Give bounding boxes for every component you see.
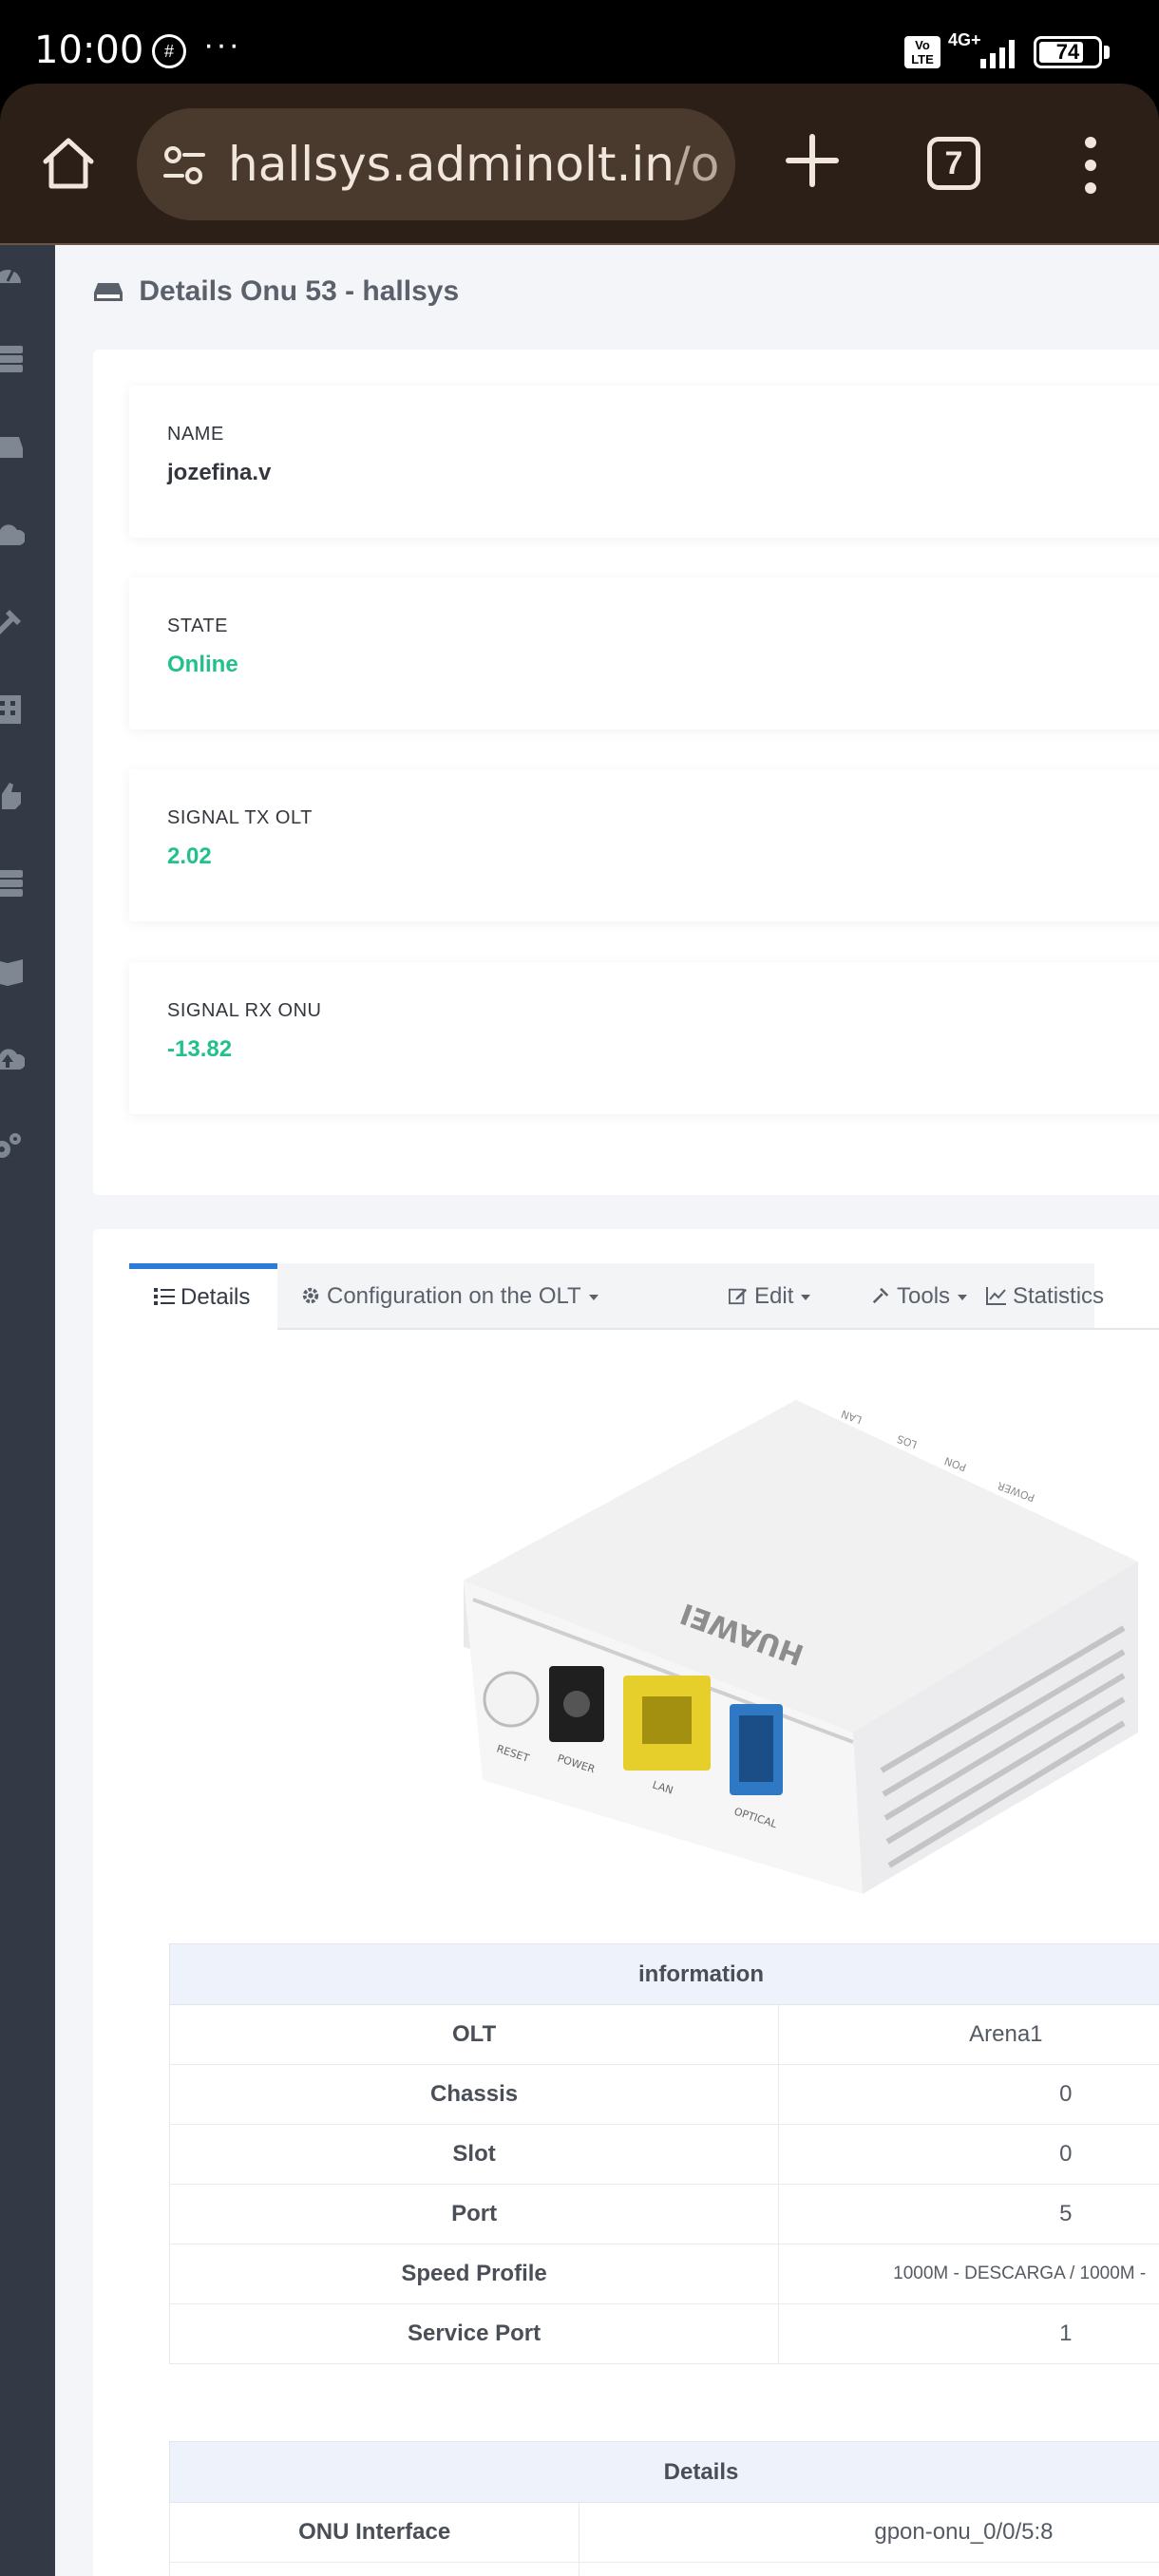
- tab-statistics[interactable]: Statistics: [986, 1263, 1104, 1330]
- book-icon[interactable]: [0, 956, 25, 986]
- list-icon[interactable]: [0, 868, 25, 899]
- table-row: ONU Interface gpon-onu_0/0/5:8: [168, 2502, 1159, 2563]
- site-settings-icon[interactable]: [162, 142, 207, 188]
- stat-value: jozefina.v: [167, 460, 272, 485]
- stat-value: Online: [167, 652, 238, 677]
- table-row: Service Port 1: [168, 2303, 1159, 2364]
- stat-label: SIGNAL RX ONU: [167, 1000, 322, 1021]
- tools-icon[interactable]: [0, 606, 25, 636]
- home-icon[interactable]: [38, 133, 99, 194]
- stat-card-signal-tx: SIGNAL TX OLT 2.02: [129, 769, 1159, 921]
- onu-summary-panel: NAME jozefina.v STATE Online SIGNAL TX O…: [93, 350, 1159, 1195]
- information-table: information OLT Arena1 Chassis 0 Slot 0 Por…: [168, 1943, 1159, 2364]
- tab-configuration-olt[interactable]: Configuration on the OLT: [300, 1263, 598, 1330]
- hdd-icon: [94, 283, 123, 301]
- network-type: 4G+: [948, 30, 981, 49]
- browser-toolbar: hallsys.adminolt.in/onu/ 7: [0, 84, 1159, 245]
- gear-icon: [302, 1287, 319, 1304]
- status-time: 10:00: [34, 28, 144, 72]
- hashtag-notification-icon: #: [152, 34, 186, 68]
- chevron-down-icon: [958, 1295, 968, 1300]
- table-row: Port 5: [168, 2184, 1159, 2245]
- stat-label: STATE: [167, 616, 228, 636]
- stat-label: NAME: [167, 424, 224, 445]
- stat-label: SIGNAL TX OLT: [167, 807, 313, 828]
- line-chart-icon: [986, 1287, 1006, 1305]
- more-notifications-icon: ···: [203, 27, 241, 63]
- tab-edit[interactable]: Edit: [728, 1263, 811, 1330]
- onu-device-image: RESET POWER LAN OPTICAL LAN LOS PON POWE…: [464, 1400, 1138, 1894]
- cloud-upload-icon[interactable]: [0, 1043, 25, 1073]
- stat-value: -13.82: [167, 1036, 233, 1062]
- main-content: Details Onu 53 - hallsys NAME jozefina.v…: [55, 245, 1159, 2576]
- table-row: OLT Arena1: [168, 2004, 1159, 2065]
- list-icon: [154, 1288, 175, 1305]
- hdd-icon[interactable]: [0, 431, 25, 462]
- battery-level: 74: [1055, 40, 1080, 64]
- volte-icon: Vo LTE: [904, 36, 940, 68]
- tab-bar: Details Configuration on the OLT Edit To…: [129, 1263, 1159, 1330]
- stat-card-signal-rx: SIGNAL RX ONU -13.82: [129, 962, 1159, 1114]
- status-bar: 10:00 # ··· Vo LTE 4G+ 74: [0, 0, 1159, 84]
- tools-icon: [872, 1287, 889, 1304]
- table-header: Details: [169, 2441, 1159, 2503]
- table-row: Slot 0: [168, 2124, 1159, 2185]
- cloud-icon[interactable]: [0, 519, 25, 549]
- tab-details[interactable]: Details: [129, 1263, 277, 1330]
- battery-icon: 74: [1034, 36, 1102, 68]
- table-row: Chassis 0: [168, 2064, 1159, 2125]
- thumbs-up-icon[interactable]: [0, 781, 25, 811]
- chevron-down-icon: [588, 1295, 598, 1300]
- onu-details-panel: Details Configuration on the OLT Edit To…: [93, 1229, 1159, 2576]
- url-text[interactable]: hallsys.adminolt.in/onu/: [228, 137, 722, 192]
- stat-card-name: NAME jozefina.v: [129, 386, 1159, 538]
- stat-card-state: STATE Online: [129, 578, 1159, 729]
- dashboard-icon[interactable]: [0, 258, 25, 289]
- led-label: PON: [942, 1454, 968, 1473]
- led-label: LOS: [895, 1432, 919, 1451]
- stat-value: 2.02: [167, 843, 212, 869]
- cogs-icon[interactable]: [0, 1130, 25, 1161]
- new-tab-icon[interactable]: [779, 127, 846, 194]
- server-icon[interactable]: [0, 344, 25, 374]
- left-sidebar: [0, 245, 55, 2576]
- tab-switcher-button[interactable]: 7: [927, 137, 980, 190]
- address-bar[interactable]: hallsys.adminolt.in/onu/: [137, 108, 735, 220]
- table-header: information: [169, 1943, 1159, 2005]
- table-row: Serial Number4857544345681939: [168, 2562, 1159, 2576]
- page-title: Details Onu 53 - hallsys: [93, 275, 459, 308]
- chevron-down-icon: [801, 1295, 811, 1300]
- details-table: Details ONU Interfacegpon-onu_0/0/5:8 Se…: [168, 2441, 1159, 2576]
- more-menu-icon[interactable]: [1074, 133, 1108, 198]
- tab-tools[interactable]: Tools: [870, 1263, 968, 1330]
- building-icon[interactable]: [0, 693, 25, 724]
- edit-icon: [729, 1288, 748, 1305]
- signal-strength-icon: [980, 40, 1015, 68]
- table-row: Speed Profile 1000M - DESCARGA / 1000M -: [168, 2244, 1159, 2304]
